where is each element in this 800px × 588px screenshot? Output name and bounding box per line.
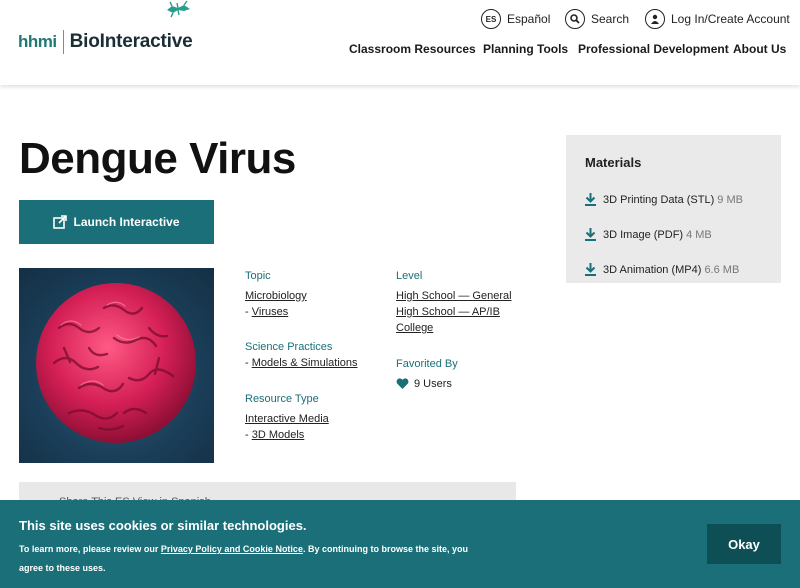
practice-link-models[interactable]: Models & Simulations: [252, 357, 358, 369]
science-practices-label: Science Practices: [245, 341, 333, 353]
science-practices-section: Science Practices - Models & Simulations: [245, 339, 358, 371]
level-link-hs-general[interactable]: High School — General: [396, 290, 512, 302]
material-size: 4 MB: [686, 228, 712, 241]
favorite-count: 9 Users: [414, 378, 452, 390]
dash: -: [245, 306, 252, 318]
launch-interactive-button[interactable]: Launch Interactive: [19, 200, 214, 244]
nav-classroom-resources[interactable]: Classroom Resources: [349, 42, 476, 56]
espanol-link[interactable]: ES Español: [481, 9, 550, 29]
material-name: 3D Image (PDF): [603, 228, 684, 241]
biointeractive-logo-text: BioInteractive: [69, 31, 193, 52]
heart-icon[interactable]: [396, 378, 409, 390]
search-label: Search: [591, 12, 630, 26]
material-size: 9 MB: [717, 193, 743, 206]
material-size: 6.6 MB: [704, 263, 740, 276]
topic-link-microbiology[interactable]: Microbiology: [245, 290, 307, 302]
material-item[interactable]: 3D Animation (MP4) 6.6 MB: [585, 252, 762, 287]
search-link[interactable]: Search: [565, 9, 629, 29]
cookie-heading: This site uses cookies or similar techno…: [19, 518, 307, 533]
dengue-virus-image: [19, 268, 214, 463]
site-logo[interactable]: hhmi BioInteractive: [18, 16, 193, 56]
material-name: 3D Animation (MP4): [603, 263, 702, 276]
level-link-hs-apib[interactable]: High School — AP/IB: [396, 306, 500, 318]
lizard-logo-icon: [167, 0, 190, 18]
cookie-okay-button[interactable]: Okay: [707, 524, 781, 564]
nav-planning-tools[interactable]: Planning Tools: [483, 42, 568, 56]
page-title: Dengue Virus: [19, 134, 296, 183]
dash: -: [245, 429, 252, 441]
nav-about-us[interactable]: About Us: [733, 42, 786, 56]
material-name: 3D Printing Data (STL): [603, 193, 715, 206]
external-link-icon: [53, 215, 68, 229]
download-icon: [585, 228, 596, 241]
resource-type-label: Resource Type: [245, 393, 319, 405]
privacy-policy-link[interactable]: Privacy Policy and Cookie Notice: [161, 544, 303, 554]
nav-professional-development[interactable]: Professional Development: [578, 42, 729, 56]
dash: -: [245, 357, 252, 369]
espanol-label: Español: [507, 12, 551, 26]
resource-type-section: Resource Type Interactive Media - 3D Mod…: [245, 391, 329, 443]
materials-title: Materials: [585, 155, 642, 170]
login-label: Log In/Create Account: [671, 12, 790, 26]
site-header: hhmi BioInteractive ES Español Search Lo…: [0, 0, 800, 85]
login-link[interactable]: Log In/Create Account: [645, 9, 790, 29]
user-icon: [645, 9, 665, 29]
search-icon: [565, 9, 585, 29]
cookie-text-before: To learn more, please review our: [19, 544, 161, 554]
download-icon: [585, 193, 596, 206]
material-item[interactable]: 3D Image (PDF) 4 MB: [585, 217, 762, 252]
cookie-text: To learn more, please review our Privacy…: [19, 540, 489, 578]
material-item[interactable]: 3D Printing Data (STL) 9 MB: [585, 182, 762, 217]
level-section: Level High School — General High School …: [396, 268, 512, 336]
launch-label: Launch Interactive: [73, 215, 180, 229]
topic-section: Topic Microbiology - Viruses: [245, 268, 307, 320]
topic-link-viruses[interactable]: Viruses: [252, 306, 288, 318]
download-icon: [585, 263, 596, 276]
favorited-section: Favorited By 9 Users: [396, 356, 458, 392]
level-label: Level: [396, 270, 423, 282]
rtype-link-interactive-media[interactable]: Interactive Media: [245, 413, 329, 425]
level-link-college[interactable]: College: [396, 322, 433, 334]
logo-divider: [62, 30, 64, 54]
hhmi-logo-text: hhmi: [18, 32, 57, 51]
favorited-label: Favorited By: [396, 358, 458, 370]
rtype-link-3d-models[interactable]: 3D Models: [252, 429, 305, 441]
es-icon: ES: [481, 9, 501, 29]
topic-label: Topic: [245, 270, 271, 282]
materials-panel: Materials 3D Printing Data (STL) 9 MB 3D…: [566, 135, 781, 283]
cookie-banner: This site uses cookies or similar techno…: [0, 500, 800, 588]
